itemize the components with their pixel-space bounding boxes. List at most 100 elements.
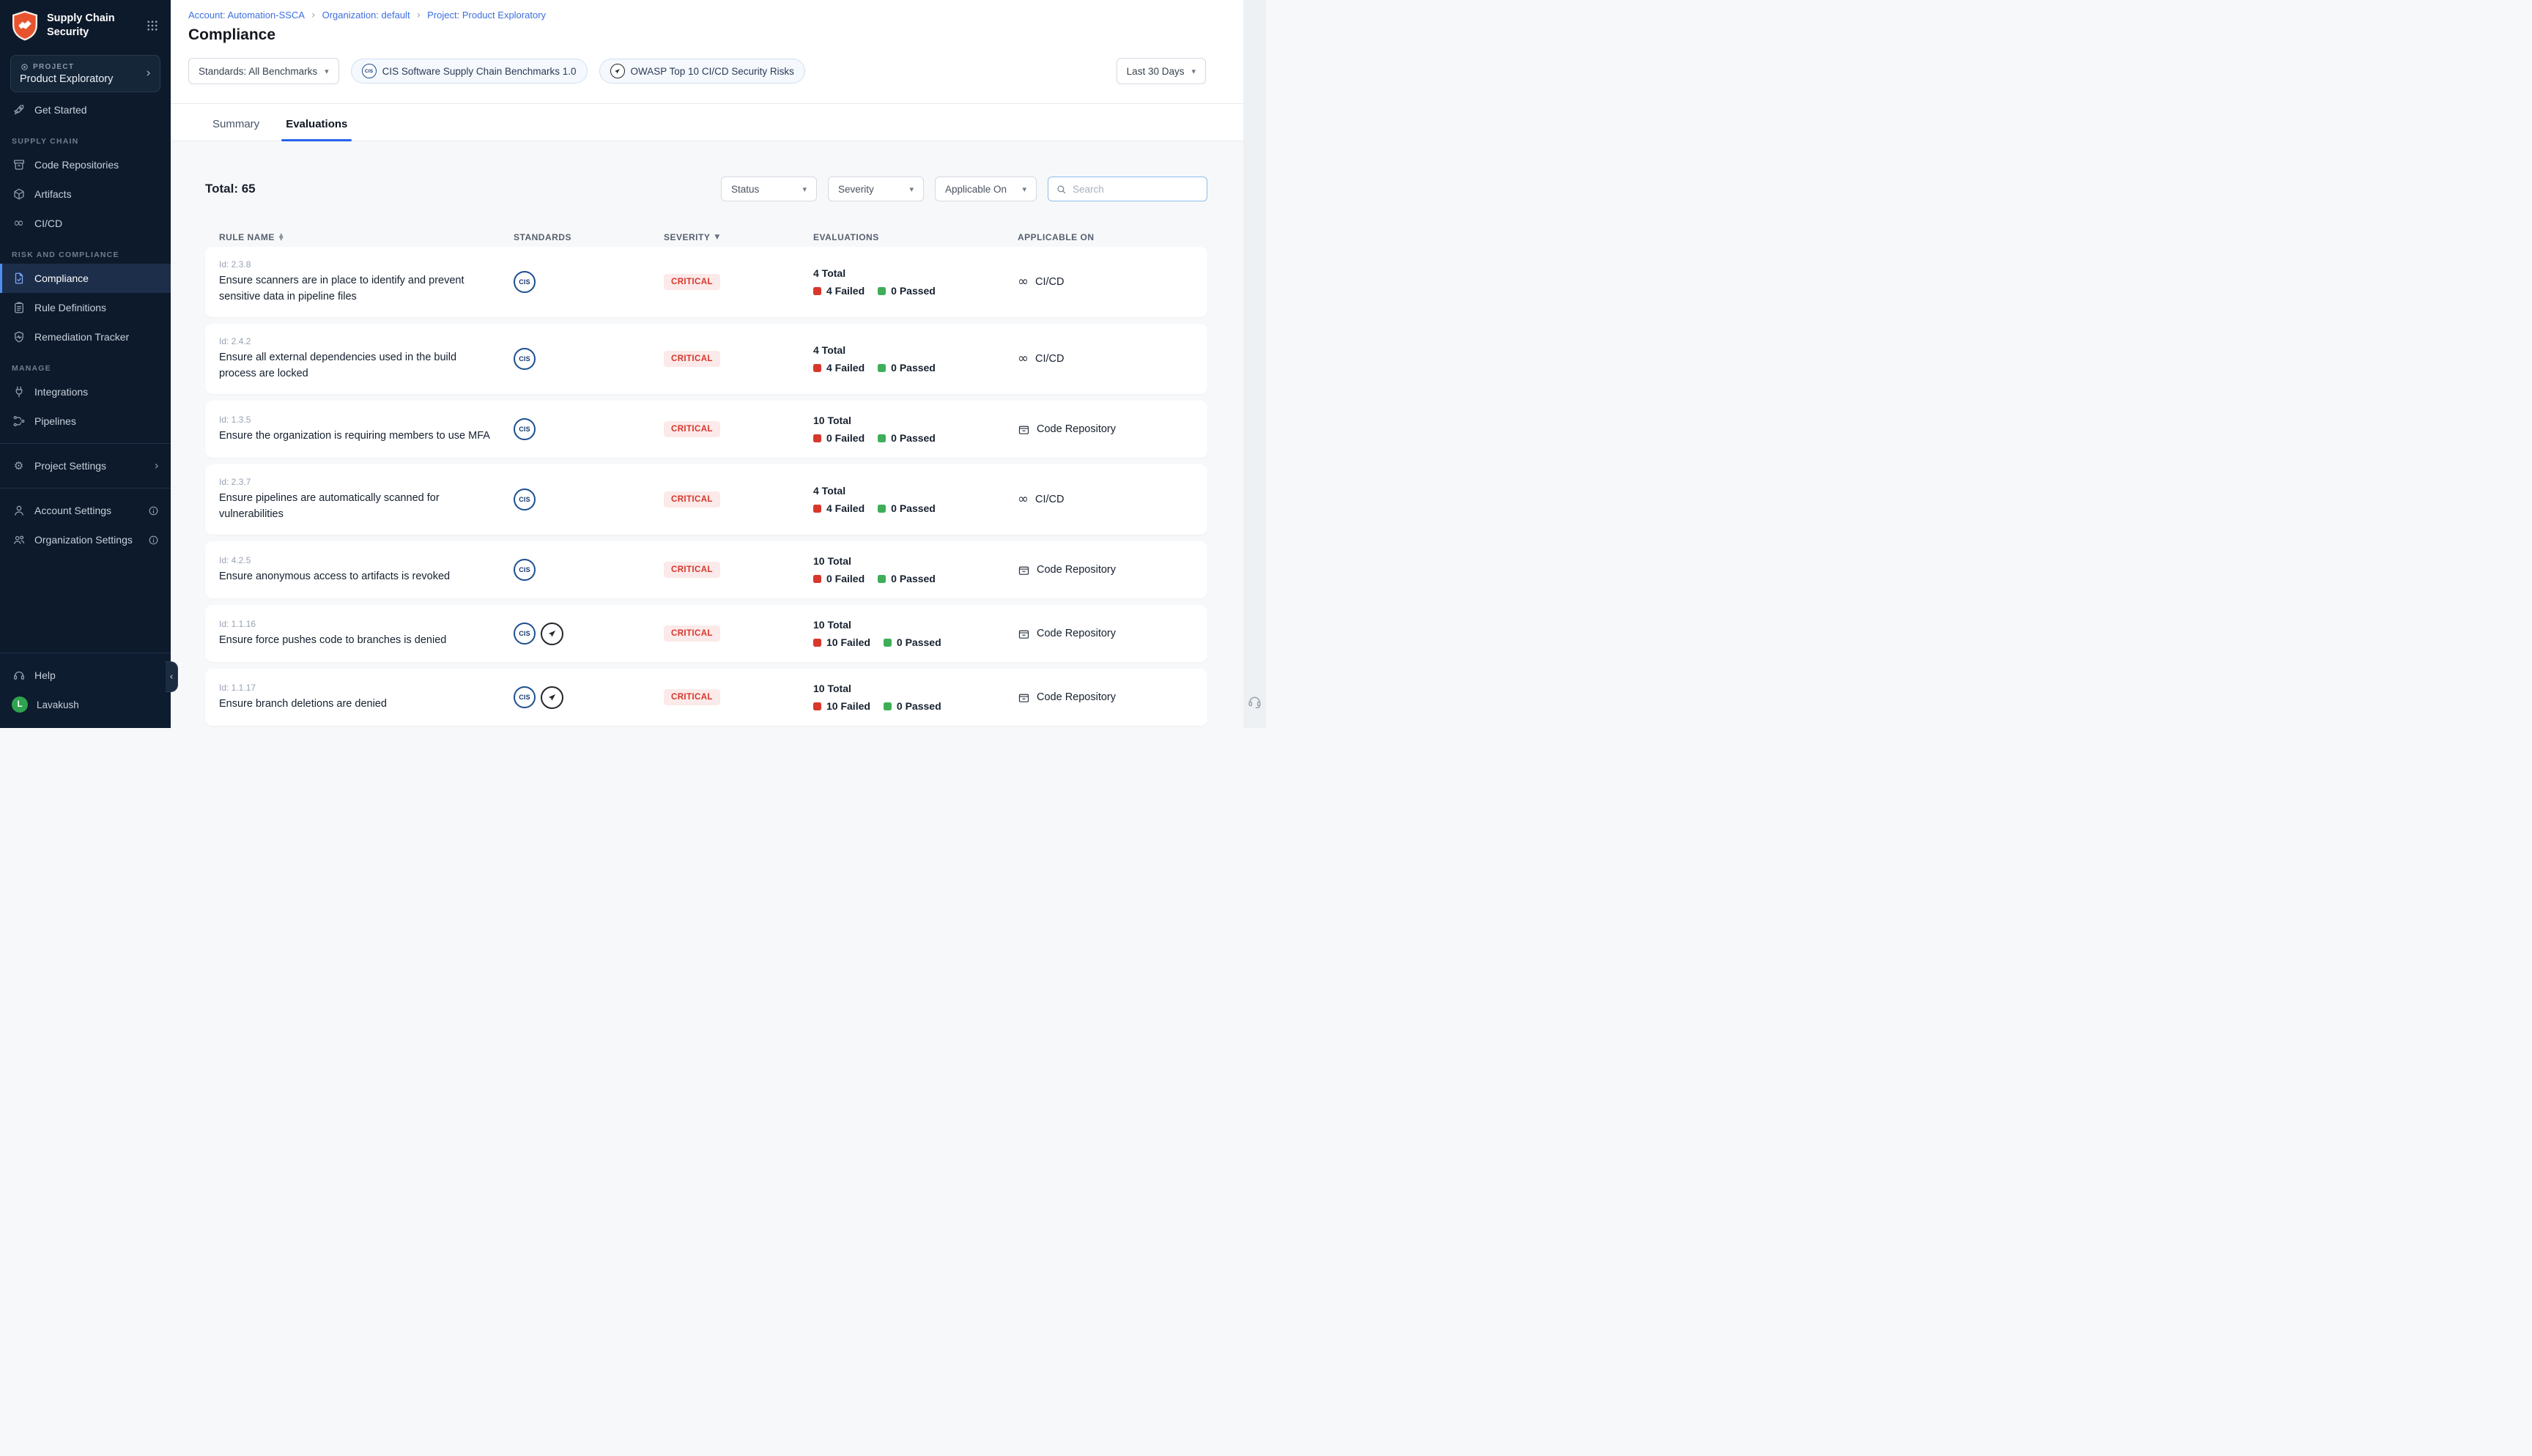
sidebar-item-rule-definitions[interactable]: Rule Definitions (0, 293, 171, 322)
section-label-manage: MANAGE (0, 352, 171, 377)
sidebar-item-cicd[interactable]: ∞ CI/CD (0, 209, 171, 238)
tab-summary[interactable]: Summary (212, 118, 259, 141)
table-row[interactable]: Id: 1.1.16 Ensure force pushes code to b… (205, 605, 1207, 662)
table-row[interactable]: Id: 2.3.8 Ensure scanners are in place t… (205, 247, 1207, 317)
passed-indicator (878, 287, 886, 295)
search-input[interactable] (1073, 184, 1199, 195)
rule-name: Ensure scanners are in place to identify… (219, 273, 492, 304)
app-logo-shield-icon (10, 10, 40, 42)
passed-indicator (878, 434, 886, 442)
section-label-risk-compliance: RISK AND COMPLIANCE (0, 238, 171, 264)
applicable-on-label: Code Repository (1037, 423, 1116, 435)
sidebar-divider (0, 488, 171, 489)
sidebar-item-code-repositories[interactable]: Code Repositories (0, 150, 171, 179)
sidebar-footer: Help L Lavakush (0, 653, 171, 728)
tab-evaluations[interactable]: Evaluations (286, 118, 347, 141)
support-headset-icon[interactable] (1247, 694, 1262, 709)
severity-badge: CRITICAL (664, 562, 720, 578)
sidebar-item-help[interactable]: Help (0, 661, 171, 690)
evaluations-total: 10 Total (813, 415, 1018, 426)
table-row[interactable]: Id: 1.3.5 Ensure the organization is req… (205, 401, 1207, 458)
sidebar-item-artifacts[interactable]: Artifacts (0, 179, 171, 209)
passed-indicator (884, 702, 892, 710)
code-repository-icon (1018, 628, 1030, 640)
compliance-document-icon (12, 272, 26, 286)
sidebar: Supply Chain Security (0, 0, 171, 728)
sort-desc-icon[interactable]: ▼ (714, 234, 719, 241)
cis-standard-icon: CIS (514, 559, 536, 581)
evaluations-total: 10 Total (813, 555, 1018, 567)
rule-name: Ensure anonymous access to artifacts is … (219, 569, 492, 584)
sidebar-item-label: Pipelines (34, 415, 76, 427)
evaluations-total: 4 Total (813, 344, 1018, 356)
standards-filter-dropdown[interactable]: Standards: All Benchmarks ▾ (188, 58, 339, 84)
breadcrumb-account[interactable]: Account: Automation-SSCA (188, 10, 305, 21)
table-row[interactable]: Id: 2.4.2 Ensure all external dependenci… (205, 324, 1207, 394)
column-severity: SEVERITY (664, 232, 710, 242)
date-range-dropdown[interactable]: Last 30 Days ▾ (1117, 58, 1206, 84)
sidebar-item-integrations[interactable]: Integrations (0, 377, 171, 406)
rule-name: Ensure force pushes code to branches is … (219, 633, 492, 648)
failed-count: 4 Failed (826, 362, 865, 374)
sidebar-item-account-settings[interactable]: Account Settings (0, 496, 171, 525)
person-icon (12, 504, 26, 518)
applicable-on-label: CI/CD (1035, 494, 1064, 505)
evaluations-total: 4 Total (813, 267, 1018, 279)
evaluations-total: 10 Total (813, 683, 1018, 694)
standards-filter-label: Standards: All Benchmarks (199, 66, 317, 77)
sidebar-item-compliance[interactable]: Compliance (0, 264, 171, 293)
status-filter-dropdown[interactable]: Status ▾ (721, 177, 817, 201)
rule-name: Ensure branch deletions are denied (219, 697, 492, 712)
table-row[interactable]: Id: 1.1.17 Ensure branch deletions are d… (205, 669, 1207, 726)
sidebar-item-project-settings[interactable]: ⚙ Project Settings › (0, 451, 171, 480)
column-standards: STANDARDS (514, 232, 571, 242)
breadcrumb-separator-icon: › (311, 10, 316, 21)
headset-icon (12, 669, 26, 683)
info-icon (148, 505, 159, 516)
project-selector[interactable]: PROJECT Product Exploratory › (10, 55, 160, 92)
cicd-icon: ∞ (1018, 275, 1029, 289)
standard-chip-cis[interactable]: CIS CIS Software Supply Chain Benchmarks… (351, 59, 588, 83)
pipeline-flow-icon (12, 415, 26, 428)
user-menu[interactable]: L Lavakush (0, 690, 171, 719)
sidebar-item-get-started[interactable]: Get Started (0, 95, 171, 125)
date-range-label: Last 30 Days (1127, 66, 1185, 77)
standard-chip-owasp[interactable]: OWASP Top 10 CI/CD Security Risks (599, 59, 805, 83)
table-row[interactable]: Id: 4.2.5 Ensure anonymous access to art… (205, 541, 1207, 598)
cicd-icon: ∞ (1018, 352, 1029, 365)
sidebar-item-label: Code Repositories (34, 159, 119, 171)
total-count: Total: 65 (205, 182, 256, 196)
cis-logo-icon: CIS (362, 64, 377, 78)
rule-id: Id: 1.1.17 (219, 683, 514, 693)
cis-standard-icon: CIS (514, 348, 536, 370)
severity-badge: CRITICAL (664, 491, 720, 508)
cis-standard-icon: CIS (514, 623, 536, 645)
sidebar-item-label: Compliance (34, 272, 89, 284)
failed-indicator (813, 364, 821, 372)
sidebar-item-label: Artifacts (34, 188, 72, 200)
sidebar-item-organization-settings[interactable]: Organization Settings (0, 525, 171, 554)
column-applicable-on: APPLICABLE ON (1018, 232, 1095, 242)
breadcrumb-organization[interactable]: Organization: default (322, 10, 410, 21)
section-label-supply-chain: SUPPLY CHAIN (0, 125, 171, 150)
cis-standard-icon: CIS (514, 686, 536, 708)
severity-badge: CRITICAL (664, 421, 720, 437)
failed-indicator (813, 702, 821, 710)
plug-icon (12, 385, 26, 399)
applicable-on-label: Code Repository (1037, 628, 1116, 639)
chevron-down-icon: ▾ (802, 185, 807, 193)
code-repository-icon (1018, 564, 1030, 576)
applicable-on-filter-dropdown[interactable]: Applicable On ▾ (935, 177, 1037, 201)
sidebar-collapse-handle[interactable]: ‹ (166, 661, 178, 692)
breadcrumb-project[interactable]: Project: Product Exploratory (427, 10, 546, 21)
sidebar-item-remediation-tracker[interactable]: Remediation Tracker (0, 322, 171, 352)
sidebar-item-pipelines[interactable]: Pipelines (0, 406, 171, 436)
table-row[interactable]: Id: 2.3.7 Ensure pipelines are automatic… (205, 464, 1207, 535)
severity-filter-dropdown[interactable]: Severity ▾ (828, 177, 924, 201)
failed-indicator (813, 505, 821, 513)
sort-icon[interactable]: ▲▼ (279, 234, 284, 240)
apps-grid-icon[interactable] (146, 19, 159, 32)
shield-pulse-icon (12, 330, 26, 344)
passed-count: 0 Passed (891, 432, 936, 444)
severity-badge: CRITICAL (664, 625, 720, 642)
